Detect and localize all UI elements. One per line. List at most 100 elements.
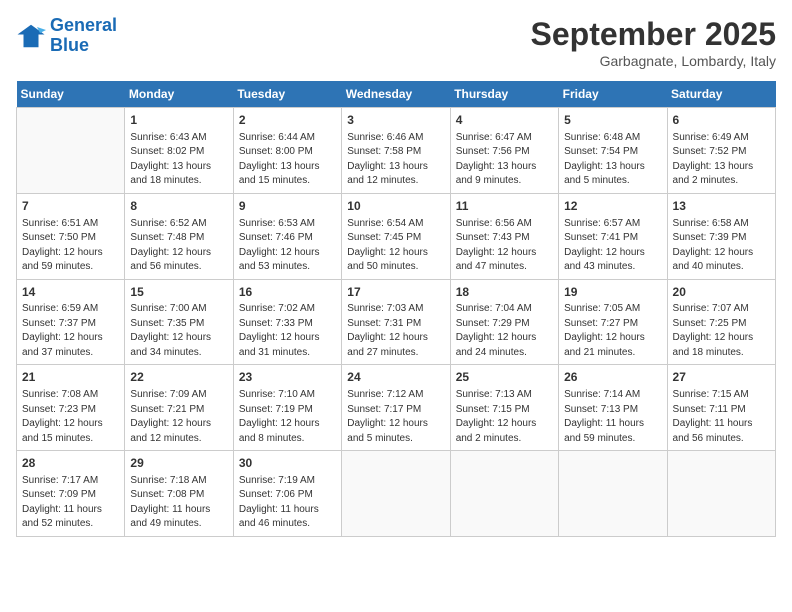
day-number: 1 [130, 112, 227, 129]
day-info: Sunrise: 6:43 AM Sunset: 8:02 PM Dayligh… [130, 131, 227, 189]
day-info: Sunrise: 7:03 AM Sunset: 7:31 PM Dayligh… [347, 302, 444, 360]
calendar-table: SundayMondayTuesdayWednesdayThursdayFrid… [16, 81, 776, 537]
calendar-cell [17, 108, 125, 194]
day-number: 9 [239, 198, 336, 215]
day-number: 6 [673, 112, 770, 129]
calendar-cell: 9 Sunrise: 6:53 AM Sunset: 7:46 PM Daylig… [233, 193, 341, 279]
calendar-cell: 10 Sunrise: 6:54 AM Sunset: 7:45 PM Dayli… [342, 193, 450, 279]
day-info: Sunrise: 6:49 AM Sunset: 7:52 PM Dayligh… [673, 131, 770, 189]
day-number: 27 [673, 369, 770, 386]
day-info: Sunrise: 7:12 AM Sunset: 7:17 PM Dayligh… [347, 388, 444, 446]
day-number: 2 [239, 112, 336, 129]
day-number: 24 [347, 369, 444, 386]
calendar-cell: 20Sunrise: 7:07 AM Sunset: 7:25 PM Dayli… [667, 279, 775, 365]
calendar-cell: 12 Sunrise: 6:57 AM Sunset: 7:41 PM Dayli… [559, 193, 667, 279]
day-number: 29 [130, 455, 227, 472]
day-header-wednesday: Wednesday [342, 81, 450, 108]
calendar-cell: 3 Sunrise: 6:46 AM Sunset: 7:58 PM Daylig… [342, 108, 450, 194]
calendar-cell: 17Sunrise: 7:03 AM Sunset: 7:31 PM Dayli… [342, 279, 450, 365]
day-info: Sunrise: 6:57 AM Sunset: 7:41 PM Dayligh… [564, 217, 661, 275]
day-info: Sunrise: 6:48 AM Sunset: 7:54 PM Dayligh… [564, 131, 661, 189]
day-info: Sunrise: 7:17 AM Sunset: 7:09 PM Dayligh… [22, 474, 119, 532]
calendar-cell: 15Sunrise: 7:00 AM Sunset: 7:35 PM Dayli… [125, 279, 233, 365]
calendar-cell: 2 Sunrise: 6:44 AM Sunset: 8:00 PM Daylig… [233, 108, 341, 194]
day-info: Sunrise: 7:07 AM Sunset: 7:25 PM Dayligh… [673, 302, 770, 360]
calendar-cell: 30 Sunrise: 7:19 AM Sunset: 7:06 PM Dayli… [233, 451, 341, 537]
day-number: 14 [22, 284, 119, 301]
day-info: Sunrise: 7:09 AM Sunset: 7:21 PM Dayligh… [130, 388, 227, 446]
calendar-cell [450, 451, 558, 537]
logo-text: General Blue [50, 16, 117, 56]
calendar-cell: 26Sunrise: 7:14 AM Sunset: 7:13 PM Dayli… [559, 365, 667, 451]
week-row-3: 14Sunrise: 6:59 AM Sunset: 7:37 PM Dayli… [17, 279, 776, 365]
calendar-cell [667, 451, 775, 537]
calendar-cell: 4 Sunrise: 6:47 AM Sunset: 7:56 PM Daylig… [450, 108, 558, 194]
week-row-5: 28 Sunrise: 7:17 AM Sunset: 7:09 PM Dayli… [17, 451, 776, 537]
day-info: Sunrise: 6:59 AM Sunset: 7:37 PM Dayligh… [22, 302, 119, 360]
calendar-cell: 19Sunrise: 7:05 AM Sunset: 7:27 PM Dayli… [559, 279, 667, 365]
day-info: Sunrise: 6:51 AM Sunset: 7:50 PM Dayligh… [22, 217, 119, 275]
day-number: 16 [239, 284, 336, 301]
day-info: Sunrise: 6:52 AM Sunset: 7:48 PM Dayligh… [130, 217, 227, 275]
calendar-cell [342, 451, 450, 537]
calendar-cell: 11 Sunrise: 6:56 AM Sunset: 7:43 PM Dayli… [450, 193, 558, 279]
day-number: 30 [239, 455, 336, 472]
day-number: 4 [456, 112, 553, 129]
day-number: 18 [456, 284, 553, 301]
calendar-cell: 13Sunrise: 6:58 AM Sunset: 7:39 PM Dayli… [667, 193, 775, 279]
day-number: 19 [564, 284, 661, 301]
day-info: Sunrise: 7:00 AM Sunset: 7:35 PM Dayligh… [130, 302, 227, 360]
day-number: 3 [347, 112, 444, 129]
day-info: Sunrise: 6:44 AM Sunset: 8:00 PM Dayligh… [239, 131, 336, 189]
day-number: 21 [22, 369, 119, 386]
logo-icon [16, 21, 46, 51]
day-number: 20 [673, 284, 770, 301]
calendar-cell: 16Sunrise: 7:02 AM Sunset: 7:33 PM Dayli… [233, 279, 341, 365]
calendar-cell: 24 Sunrise: 7:12 AM Sunset: 7:17 PM Dayli… [342, 365, 450, 451]
day-info: Sunrise: 7:15 AM Sunset: 7:11 PM Dayligh… [673, 388, 770, 446]
day-info: Sunrise: 7:04 AM Sunset: 7:29 PM Dayligh… [456, 302, 553, 360]
day-info: Sunrise: 7:08 AM Sunset: 7:23 PM Dayligh… [22, 388, 119, 446]
day-number: 12 [564, 198, 661, 215]
calendar-cell: 1 Sunrise: 6:43 AM Sunset: 8:02 PM Daylig… [125, 108, 233, 194]
calendar-cell: 6 Sunrise: 6:49 AM Sunset: 7:52 PM Daylig… [667, 108, 775, 194]
day-number: 7 [22, 198, 119, 215]
calendar-cell: 5 Sunrise: 6:48 AM Sunset: 7:54 PM Daylig… [559, 108, 667, 194]
calendar-cell: 23Sunrise: 7:10 AM Sunset: 7:19 PM Dayli… [233, 365, 341, 451]
calendar-cell: 25 Sunrise: 7:13 AM Sunset: 7:15 PM Dayli… [450, 365, 558, 451]
day-info: Sunrise: 6:46 AM Sunset: 7:58 PM Dayligh… [347, 131, 444, 189]
day-number: 10 [347, 198, 444, 215]
day-info: Sunrise: 6:54 AM Sunset: 7:45 PM Dayligh… [347, 217, 444, 275]
day-info: Sunrise: 6:47 AM Sunset: 7:56 PM Dayligh… [456, 131, 553, 189]
day-number: 26 [564, 369, 661, 386]
day-number: 5 [564, 112, 661, 129]
page-header: General Blue September 2025 Garbagnate, … [16, 16, 776, 69]
day-header-tuesday: Tuesday [233, 81, 341, 108]
day-number: 11 [456, 198, 553, 215]
calendar-cell: 7 Sunrise: 6:51 AM Sunset: 7:50 PM Daylig… [17, 193, 125, 279]
week-row-1: 1 Sunrise: 6:43 AM Sunset: 8:02 PM Daylig… [17, 108, 776, 194]
calendar-cell: 18Sunrise: 7:04 AM Sunset: 7:29 PM Dayli… [450, 279, 558, 365]
day-number: 25 [456, 369, 553, 386]
day-info: Sunrise: 6:56 AM Sunset: 7:43 PM Dayligh… [456, 217, 553, 275]
day-header-sunday: Sunday [17, 81, 125, 108]
week-row-4: 21 Sunrise: 7:08 AM Sunset: 7:23 PM Dayli… [17, 365, 776, 451]
day-number: 22 [130, 369, 227, 386]
title-block: September 2025 Garbagnate, Lombardy, Ita… [531, 16, 776, 69]
day-info: Sunrise: 7:19 AM Sunset: 7:06 PM Dayligh… [239, 474, 336, 532]
month-title: September 2025 [531, 16, 776, 53]
calendar-cell: 28 Sunrise: 7:17 AM Sunset: 7:09 PM Dayli… [17, 451, 125, 537]
day-info: Sunrise: 6:53 AM Sunset: 7:46 PM Dayligh… [239, 217, 336, 275]
calendar-cell: 8Sunrise: 6:52 AM Sunset: 7:48 PM Daylig… [125, 193, 233, 279]
day-header-saturday: Saturday [667, 81, 775, 108]
day-number: 13 [673, 198, 770, 215]
day-info: Sunrise: 7:05 AM Sunset: 7:27 PM Dayligh… [564, 302, 661, 360]
day-info: Sunrise: 7:10 AM Sunset: 7:19 PM Dayligh… [239, 388, 336, 446]
day-info: Sunrise: 7:18 AM Sunset: 7:08 PM Dayligh… [130, 474, 227, 532]
day-info: Sunrise: 7:13 AM Sunset: 7:15 PM Dayligh… [456, 388, 553, 446]
calendar-cell: 14Sunrise: 6:59 AM Sunset: 7:37 PM Dayli… [17, 279, 125, 365]
calendar-cell: 27 Sunrise: 7:15 AM Sunset: 7:11 PM Dayli… [667, 365, 775, 451]
day-number: 28 [22, 455, 119, 472]
day-header-thursday: Thursday [450, 81, 558, 108]
logo: General Blue [16, 16, 117, 56]
